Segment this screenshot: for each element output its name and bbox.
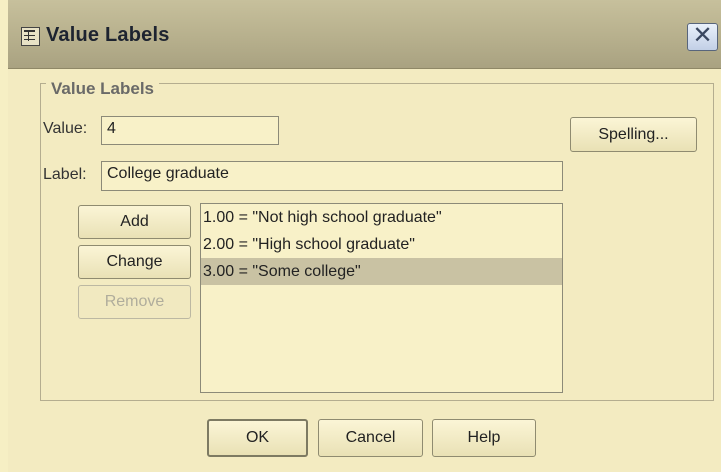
group-legend: Value Labels xyxy=(46,79,159,99)
label-input[interactable]: College graduate xyxy=(101,161,563,191)
label-field-label: Label: xyxy=(43,166,87,183)
dialog-grid-icon xyxy=(21,27,40,46)
list-item-selected[interactable]: 3.00 = "Some college" xyxy=(201,258,562,285)
value-labels-dialog: Value Labels ✕ Value Labels Value: 4 Spe… xyxy=(8,0,721,472)
change-button[interactable]: Change xyxy=(78,245,191,279)
value-input[interactable]: 4 xyxy=(101,116,279,145)
window-title: Value Labels xyxy=(46,24,170,46)
close-icon[interactable]: ✕ xyxy=(687,23,718,51)
value-labels-list[interactable]: 1.00 = "Not high school graduate" 2.00 =… xyxy=(200,203,563,393)
list-item[interactable]: 1.00 = "Not high school graduate" xyxy=(201,204,562,231)
cancel-button[interactable]: Cancel xyxy=(318,419,423,457)
ok-button[interactable]: OK xyxy=(207,419,308,457)
remove-button[interactable]: Remove xyxy=(78,285,191,319)
title-bar[interactable]: Value Labels ✕ xyxy=(8,0,721,69)
add-button[interactable]: Add xyxy=(78,205,191,239)
help-button[interactable]: Help xyxy=(432,419,536,457)
value-field-label: Value: xyxy=(43,120,88,137)
list-item[interactable]: 2.00 = "High school graduate" xyxy=(201,231,562,258)
spelling-button[interactable]: Spelling... xyxy=(570,117,697,152)
